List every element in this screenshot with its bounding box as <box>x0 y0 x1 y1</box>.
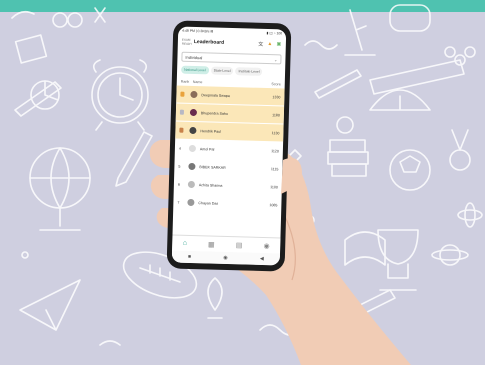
thumb <box>281 158 302 194</box>
illustration-background: 4:48 PM | 0.3KB/s ⊠ ▮ ◫ ◔ 100 EXAM READY… <box>0 0 485 365</box>
